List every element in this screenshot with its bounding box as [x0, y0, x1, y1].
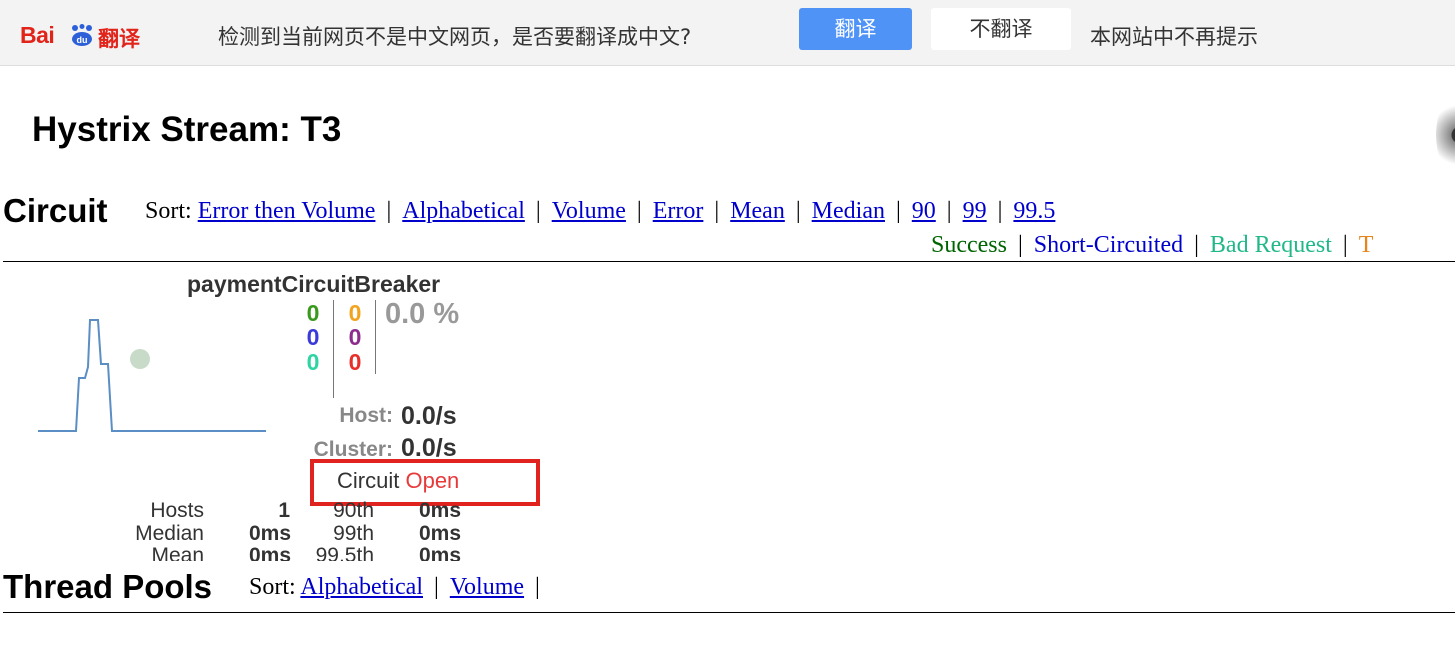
median-value: 0ms	[248, 522, 291, 545]
mean-value: 0ms	[248, 544, 291, 561]
sort-90[interactable]: 90	[912, 198, 936, 224]
count-divider	[375, 300, 376, 374]
sort-99[interactable]: 99	[963, 198, 987, 224]
circuit-name: paymentCircuitBreaker	[187, 271, 441, 297]
legend-timeout: T	[1358, 232, 1374, 258]
hosts-value: 1	[278, 499, 290, 522]
legend-success: Success	[931, 232, 1007, 258]
no-translate-button[interactable]: 不翻译	[931, 8, 1071, 50]
count-divider	[333, 300, 334, 398]
paw-icon: du	[72, 24, 92, 46]
sort-label: Sort:	[249, 574, 296, 600]
baidu-translate-logo: Bai du 翻译	[20, 6, 160, 51]
circuit-heading: Circuit	[3, 192, 108, 229]
thread-sort-alphabetical[interactable]: Alphabetical	[300, 574, 423, 600]
latency-stats: Hosts 1 90th 0ms Median 0ms 99th 0ms Mea…	[100, 499, 480, 561]
status-legend: Success | Short-Circuited | Bad Request | T	[931, 232, 1374, 258]
sort-median[interactable]: Median	[812, 198, 885, 224]
sparkline	[38, 319, 266, 432]
mean-label: Mean	[151, 544, 204, 561]
bad-request-count: 0	[306, 349, 320, 375]
sort-label: Sort:	[145, 198, 192, 224]
svg-text:du: du	[77, 35, 88, 45]
logo-bai-text: Bai	[20, 22, 55, 48]
failure-count: 0	[348, 349, 362, 375]
success-count: 0	[306, 300, 320, 326]
sort-99-5[interactable]: 99.5	[1013, 198, 1055, 224]
short-circuited-count: 0	[306, 324, 320, 350]
timeout-count: 0	[348, 300, 362, 326]
rejected-count: 0	[348, 324, 362, 350]
never-prompt-link[interactable]: 本网站中不再提示	[1090, 21, 1258, 51]
error-rate: 0.0 %	[385, 298, 460, 330]
p995-label: 99.5th	[315, 544, 374, 561]
median-label: Median	[135, 522, 204, 545]
p90-value: 0ms	[418, 499, 461, 522]
translate-bar: Bai du 翻译 检测到当前网页不是中文网页，是否要翻译成中文? 翻译 不翻译…	[0, 0, 1455, 66]
hosts-label: Hosts	[150, 499, 204, 522]
p90-label: 90th	[333, 499, 374, 522]
host-rate: 0.0/s	[401, 402, 457, 430]
legend-short-circuited: Short-Circuited	[1033, 232, 1184, 258]
thread-pools-sort-bar: Sort: Alphabetical | Volume |	[249, 574, 540, 600]
circuit-health-circle	[130, 349, 150, 369]
thread-sort-volume[interactable]: Volume	[450, 574, 524, 600]
sort-error-then-volume[interactable]: Error then Volume	[198, 198, 376, 224]
sort-mean[interactable]: Mean	[730, 198, 785, 224]
legend-bad-request: Bad Request	[1209, 232, 1332, 258]
translate-prompt: 检测到当前网页不是中文网页，是否要翻译成中文?	[218, 25, 692, 49]
divider	[3, 612, 1455, 613]
sort-error[interactable]: Error	[653, 198, 704, 224]
thread-pools-heading: Thread Pools	[3, 568, 213, 605]
logo-fanyi-text: 翻译	[98, 27, 140, 51]
host-label: Host:	[339, 404, 393, 427]
decorative-graphic	[1436, 95, 1455, 175]
page-title: Hystrix Stream: T3	[32, 110, 342, 149]
sort-alphabetical[interactable]: Alphabetical	[402, 198, 525, 224]
p99-label: 99th	[333, 522, 374, 545]
p99-value: 0ms	[418, 522, 461, 545]
circuit-sort-bar: Sort: Error then Volume | Alphabetical | Vol…	[145, 198, 1056, 224]
p995-value: 0ms	[418, 544, 461, 561]
divider	[3, 261, 1455, 262]
translate-button[interactable]: 翻译	[799, 8, 912, 50]
sort-volume[interactable]: Volume	[552, 198, 626, 224]
